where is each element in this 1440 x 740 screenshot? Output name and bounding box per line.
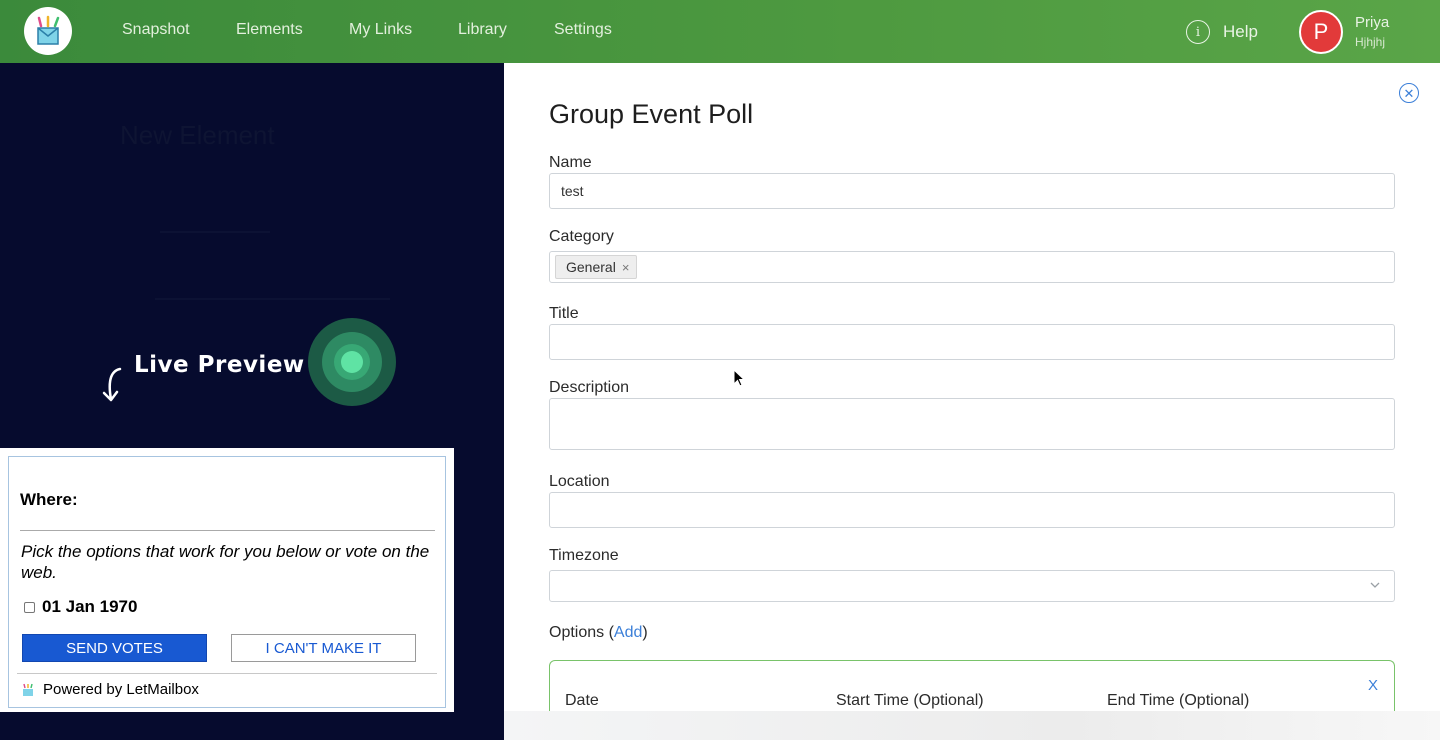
send-votes-button[interactable]: SEND VOTES — [22, 634, 207, 662]
info-icon: i — [1186, 20, 1210, 44]
category-label: Category — [549, 228, 614, 245]
top-navbar: Snapshot Elements My Links Library Setti… — [0, 0, 1440, 63]
preview-footer-divider — [17, 673, 437, 674]
category-tag[interactable]: General × — [555, 255, 638, 279]
background-divider — [160, 231, 270, 233]
options-label-suffix: ) — [642, 624, 648, 641]
category-tag-label: General — [566, 259, 616, 275]
timezone-select[interactable] — [549, 570, 1395, 602]
timezone-label: Timezone — [549, 547, 619, 564]
category-select[interactable]: General × — [549, 251, 1395, 283]
live-indicator-icon — [308, 318, 396, 406]
add-option-link[interactable]: Add — [614, 624, 642, 641]
live-preview-label: Live Preview — [134, 352, 305, 378]
description-textarea[interactable] — [549, 398, 1395, 450]
name-input[interactable]: test — [549, 173, 1395, 209]
panel-bottom-fade — [504, 711, 1440, 740]
curved-arrow-icon — [102, 367, 122, 402]
preview-instructions: Pick the options that work for you below… — [21, 542, 430, 582]
remove-tag-icon[interactable]: × — [622, 260, 630, 275]
preview-where-label: Where: — [20, 490, 78, 509]
powered-by-label: Powered by LetMailbox — [43, 681, 199, 698]
name-label: Name — [549, 154, 592, 171]
background-divider — [155, 298, 390, 300]
nav-settings[interactable]: Settings — [554, 21, 612, 39]
nav-elements[interactable]: Elements — [236, 21, 303, 39]
end-time-column-header: End Time (Optional) — [1107, 692, 1250, 709]
preview-divider — [20, 530, 435, 531]
powered-by[interactable]: Powered by LetMailbox — [21, 681, 199, 698]
title-input[interactable] — [549, 324, 1395, 360]
help-label: Help — [1223, 22, 1258, 41]
preview-option-date: 01 Jan 1970 — [42, 597, 138, 616]
element-editor-panel: ✕ Group Event Poll Name test Category Ge… — [504, 63, 1440, 740]
poll-widget-preview: Where: Pick the options that work for yo… — [0, 448, 454, 716]
title-label: Title — [549, 305, 579, 322]
logo-icon — [37, 15, 60, 45]
date-column-header: Date — [565, 692, 599, 709]
help-button[interactable]: i Help — [1186, 20, 1258, 44]
start-time-column-header: Start Time (Optional) — [836, 692, 984, 709]
nav-my-links[interactable]: My Links — [349, 21, 412, 39]
location-input[interactable] — [549, 492, 1395, 528]
user-subtitle: Hjhjhj — [1355, 35, 1386, 49]
close-icon[interactable]: ✕ — [1399, 83, 1419, 103]
nav-snapshot[interactable]: Snapshot — [122, 21, 190, 39]
background-page-title: New Element — [120, 120, 275, 150]
description-label: Description — [549, 379, 630, 396]
panel-title: Group Event Poll — [549, 99, 754, 129]
live-preview-overlay: New Element Live Preview Where: Pick the… — [0, 63, 504, 740]
avatar[interactable]: P — [1299, 10, 1343, 54]
user-name[interactable]: Priya — [1355, 14, 1389, 31]
nav-library[interactable]: Library — [458, 21, 507, 39]
letmailbox-logo-icon — [23, 683, 33, 696]
mouse-cursor-icon — [733, 369, 746, 387]
app-logo[interactable] — [24, 7, 72, 55]
location-label: Location — [549, 473, 610, 490]
cant-make-it-button[interactable]: I CAN'T MAKE IT — [231, 634, 416, 662]
chevron-down-icon — [1370, 582, 1380, 588]
options-label: Options (Add) — [549, 624, 648, 642]
remove-option-button[interactable]: X — [1368, 677, 1378, 694]
options-label-text: Options ( — [549, 624, 614, 641]
preview-option-checkbox[interactable] — [24, 602, 35, 613]
overlay-bottom — [0, 712, 504, 740]
